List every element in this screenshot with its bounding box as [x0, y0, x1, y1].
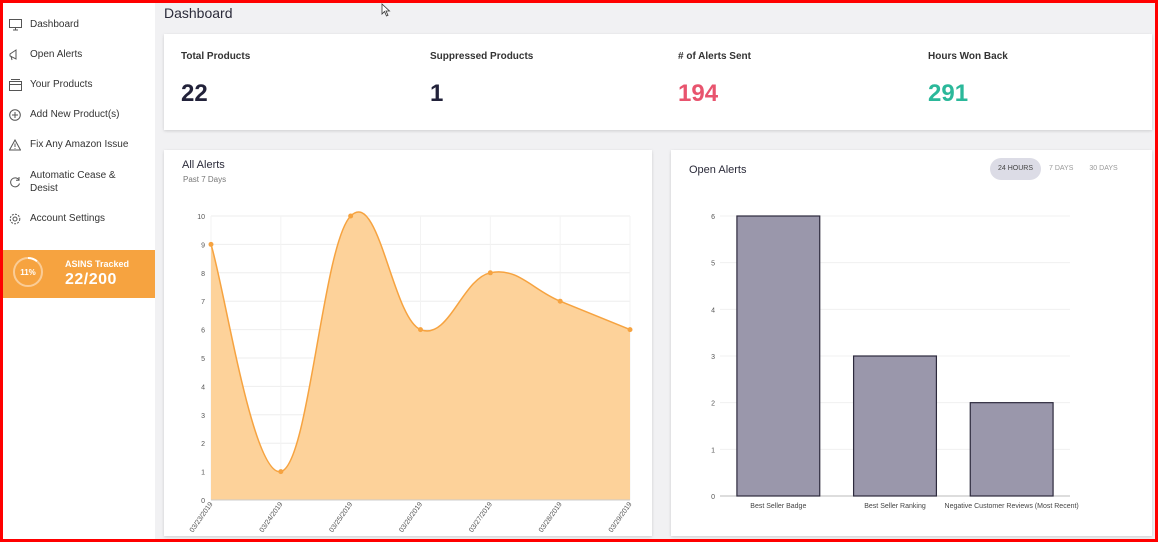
y-tick-label: 6 [711, 214, 715, 221]
y-tick-label: 5 [711, 261, 715, 268]
bar [969, 402, 1054, 497]
y-tick-label: 4 [711, 307, 715, 314]
y-tick-label: 3 [711, 354, 715, 361]
y-tick-label: 0 [711, 494, 715, 501]
x-tick-label: Best Seller Badge [750, 503, 806, 510]
bar [852, 355, 938, 497]
x-tick-label: Best Seller Ranking [864, 503, 926, 510]
open-alerts-chart: 0 1 2 3 4 5 6 Best Seller Badge Best Seller Rank… [711, 214, 1079, 510]
y-tick-label: 1 [711, 447, 715, 454]
x-tick-label: Negative Customer Reviews (Most Recent) [945, 503, 1079, 510]
y-tick-label: 2 [711, 401, 715, 408]
bar [736, 215, 821, 497]
